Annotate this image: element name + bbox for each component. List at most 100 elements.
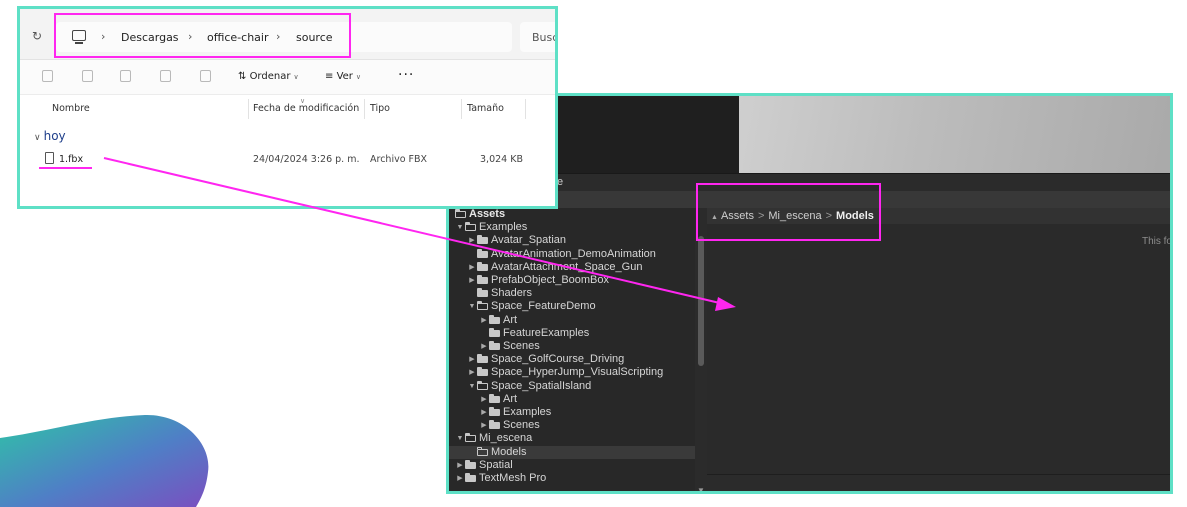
expand-right-icon[interactable]: ▶ (467, 274, 477, 287)
expand-right-icon[interactable]: ▶ (467, 366, 477, 379)
expand-right-icon[interactable]: ▶ (479, 340, 489, 353)
column-type[interactable]: Tipo (370, 103, 390, 114)
expand-right-icon[interactable]: ▶ (467, 261, 477, 274)
folder-tree-item[interactable]: ▼ Space_FeatureDemo (449, 300, 695, 313)
folder-label: FeatureExamples (503, 326, 590, 339)
scene-view[interactable] (739, 96, 1170, 173)
search-placeholder: Busc (532, 31, 558, 44)
folder-tree-item[interactable]: ▶ Art (449, 393, 695, 406)
more-options-button[interactable]: ··· (398, 67, 414, 83)
expand-down-icon[interactable]: ▼ (467, 380, 477, 393)
folder-tree-item[interactable]: ▶ Examples (449, 406, 695, 419)
column-size[interactable]: Tamaño (467, 103, 504, 114)
file-icon (45, 152, 54, 164)
folder-tree-item[interactable]: ▶ Space_HyperJump_VisualScripting (449, 366, 695, 379)
folder-label: Models (491, 445, 527, 458)
folder-label: Space_HyperJump_VisualScripting (491, 366, 664, 379)
folder-tree-item[interactable]: ▼ Examples (449, 221, 695, 234)
column-divider[interactable] (461, 99, 462, 119)
folder-tree-item[interactable]: AvatarAnimation_DemoAnimation (449, 248, 695, 261)
folder-tree-item[interactable]: ▶ Space_GolfCourse_Driving (449, 353, 695, 366)
file-type: Archivo FBX (370, 154, 428, 165)
file-date-modified: 24/04/2024 3:26 p. m. (253, 154, 360, 165)
folder-tree-item[interactable]: ▶ Scenes (449, 419, 695, 432)
folder-icon (489, 327, 501, 337)
project-status-bar (707, 474, 1170, 491)
folder-icon (477, 301, 489, 311)
folder-label: Examples (503, 406, 552, 418)
scroll-down-icon[interactable]: ▼ (697, 486, 705, 491)
folder-tree-item[interactable]: ▼ Space_SpatialIsland (449, 380, 695, 393)
expand-right-icon[interactable]: ▶ (479, 314, 489, 327)
folder-icon (489, 420, 501, 430)
expand-down-icon[interactable]: ▼ (455, 221, 465, 234)
folder-tree-item[interactable]: Models (449, 445, 695, 459)
folder-label: AvatarAnimation_DemoAnimation (491, 247, 656, 260)
command-bar: ⇅ Ordenar ∨ ≡ Ver ∨ ··· (20, 60, 555, 95)
paste-icon[interactable] (82, 70, 93, 82)
column-headers: ∨ Nombre Fecha de modificación Tipo Tama… (20, 97, 555, 119)
chevron-down-icon: ∨ (355, 73, 362, 81)
folder-tree-item[interactable]: ▶ Spatial (449, 459, 695, 472)
copy-icon[interactable] (42, 70, 53, 82)
file-name[interactable]: 1.fbx (59, 154, 83, 165)
breadcrumb-highlight-box (696, 183, 881, 241)
folder-label: Spatial (479, 458, 513, 471)
folder-tree-item[interactable]: ▶ Art (449, 314, 695, 327)
folder-icon (477, 367, 489, 377)
column-date-modified[interactable]: Fecha de modificación (253, 103, 359, 114)
folder-tree-scrollbar[interactable]: ▼ (695, 208, 707, 491)
share-icon[interactable] (160, 70, 171, 82)
folder-tree-item[interactable]: ▶ Avatar_Spatian (449, 234, 695, 247)
sort-label: Ordenar (249, 71, 291, 82)
folder-tree-item[interactable]: ▼ Mi_escena (449, 432, 695, 445)
view-button[interactable]: ≡ Ver ∨ (325, 71, 361, 82)
column-name[interactable]: Nombre (52, 103, 90, 114)
expand-right-icon[interactable]: ▶ (467, 353, 477, 366)
sort-button[interactable]: ⇅ Ordenar ∨ (238, 71, 299, 82)
expand-right-icon[interactable]: ▶ (455, 459, 465, 472)
folder-tree-item[interactable]: ▶ PrefabObject_BoomBox (449, 274, 695, 287)
folder-tree-item[interactable]: Shaders (449, 287, 695, 300)
folder-label: PrefabObject_BoomBox (491, 274, 610, 286)
expand-right-icon[interactable]: ▶ (455, 472, 465, 485)
expand-down-icon[interactable]: ▼ (467, 300, 477, 313)
search-box[interactable]: Busc (520, 22, 558, 52)
group-header-hoy[interactable]: ∨ hoy (34, 129, 66, 143)
folder-icon (477, 288, 489, 298)
folder-icon (455, 209, 467, 218)
sort-icon: ⇅ (238, 71, 250, 82)
folder-tree-item[interactable]: ▶ TextMesh Pro (449, 472, 695, 485)
delete-icon[interactable] (200, 70, 211, 82)
expand-right-icon[interactable]: ▶ (479, 419, 489, 432)
expand-right-icon[interactable]: ▶ (479, 406, 489, 419)
folder-tree-item[interactable]: ▶ AvatarAttachment_Space_Gun (449, 261, 695, 274)
column-divider[interactable] (525, 99, 526, 119)
folder-tree-item[interactable]: Assets (449, 208, 695, 221)
empty-folder-message: This fo (1141, 236, 1172, 247)
folder-tree-item[interactable]: ▶ Scenes (449, 340, 695, 353)
rename-icon[interactable] (120, 70, 131, 82)
chevron-down-icon: ∨ (34, 133, 41, 143)
scrollbar-thumb[interactable] (698, 236, 704, 366)
folder-icon (489, 407, 501, 416)
expand-down-icon[interactable]: ▼ (455, 432, 465, 445)
column-divider[interactable] (248, 99, 249, 119)
refresh-icon[interactable]: ↻ (32, 29, 42, 43)
folder-icon (465, 473, 477, 482)
folder-label: Shaders (491, 287, 532, 300)
project-content-area[interactable]: ▲ Assets > Mi_escena > Models This fo (707, 208, 1172, 491)
expand-right-icon[interactable]: ▶ (479, 393, 489, 406)
folder-icon (477, 275, 489, 284)
folder-tree-item[interactable]: FeatureExamples (449, 327, 695, 340)
folder-icon (489, 341, 501, 350)
column-divider[interactable] (364, 99, 365, 119)
expand-right-icon[interactable]: ▶ (467, 234, 477, 247)
file-explorer-window: ↻ › Descargas › office-chair › source Bu… (17, 6, 558, 209)
folder-label: Space_SpatialIsland (491, 379, 592, 392)
folder-label: Examples (479, 221, 528, 234)
folder-label: Space_FeatureDemo (491, 300, 596, 313)
file-row[interactable]: 1.fbx 24/04/2024 3:26 p. m. Archivo FBX … (20, 151, 555, 169)
folder-label: Art (503, 392, 518, 405)
folder-icon (477, 354, 489, 364)
